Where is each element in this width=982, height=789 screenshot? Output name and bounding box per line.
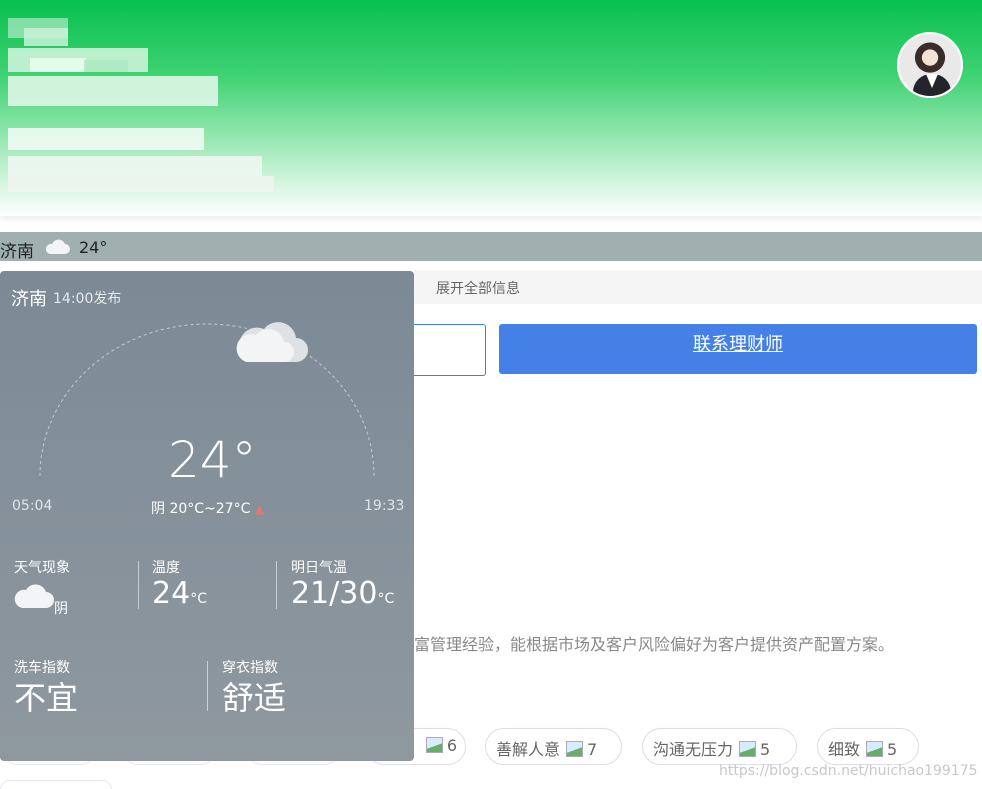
tag-count: 7 [587,740,598,759]
temp-value: 24 [152,576,191,611]
tag-partial[interactable] [0,780,112,789]
tag-count: 6 [446,736,457,755]
carwash-value: 不宜 [14,679,79,717]
expand-all-info[interactable]: 展开全部信息 [414,270,982,304]
image-placeholder-icon [566,741,584,757]
pixelated-text-block [8,128,204,150]
header-banner [0,0,982,216]
popup-sunset: 19:33 [364,498,405,514]
divider [138,561,139,609]
phenomenon-label: 天气现象 [14,560,70,576]
weather-popup: 济南 14:00发布 24° 05:04 阴 20°C~27°C ▲ 19:33… [0,271,414,761]
arrow-up-icon: ▲ [254,502,265,516]
divider [276,561,277,609]
tag-count: 5 [887,740,898,759]
image-placeholder-icon [425,737,443,753]
temp-unit: °C [190,591,207,607]
watermark: https://blog.csdn.net/huichao199175 [719,763,978,779]
popup-current-temp: 24° [168,431,257,489]
tag-item[interactable]: 细致 5 [817,728,919,765]
pixelated-text-block [8,76,218,106]
popup-temp-range: 阴 20°C~27°C ▲ [151,498,264,518]
pixelated-text-block [8,176,274,192]
dress-value: 舒适 [222,679,287,717]
tag-item[interactable]: 善解人意 7 [485,728,622,765]
cloud-icon [45,239,70,254]
image-placeholder-icon [866,741,884,757]
outline-button[interactable] [414,324,486,376]
weather-bar-city: 济南 [0,242,34,262]
tag-label: 善解人意 [496,740,561,759]
phenomenon-value: 阴 [54,601,68,617]
advisor-description: 财富管理经验，能根据市场及客户风险偏好为客户提供资产配置方案。 [398,635,895,654]
cloud-icon [14,584,54,608]
tomorrow-unit: °C [377,591,395,607]
pixelated-text-block [24,28,68,46]
weather-bar[interactable]: 济南 24° [0,232,982,262]
contact-advisor-button[interactable]: 联系理财师 [499,324,977,374]
divider [207,661,208,711]
tomorrow-label: 明日气温 [291,560,347,576]
temp-value-wrap: 24°C [152,576,207,611]
cloud-icon [236,322,308,362]
pixelated-text-block [8,156,262,178]
advisor-avatar[interactable] [897,32,963,98]
tag-label: 细致 [828,740,861,759]
weather-bar-temp: 24° [79,238,108,257]
pixelated-text-block [30,58,86,72]
tag-label: 沟通无压力 [653,740,734,759]
tomorrow-value-wrap: 21/30°C [291,576,394,611]
image-placeholder-icon [739,741,757,757]
pixelated-text-block [84,60,128,72]
temp-range-text: 阴 20°C~27°C [151,501,251,517]
tag-count: 5 [760,740,771,759]
popup-sunrise: 05:04 [12,498,53,514]
temp-label: 温度 [152,560,180,576]
tomorrow-value: 21/30 [291,576,378,611]
tag-item[interactable]: 沟通无压力 5 [642,728,797,765]
expand-all-label: 展开全部信息 [436,281,520,297]
